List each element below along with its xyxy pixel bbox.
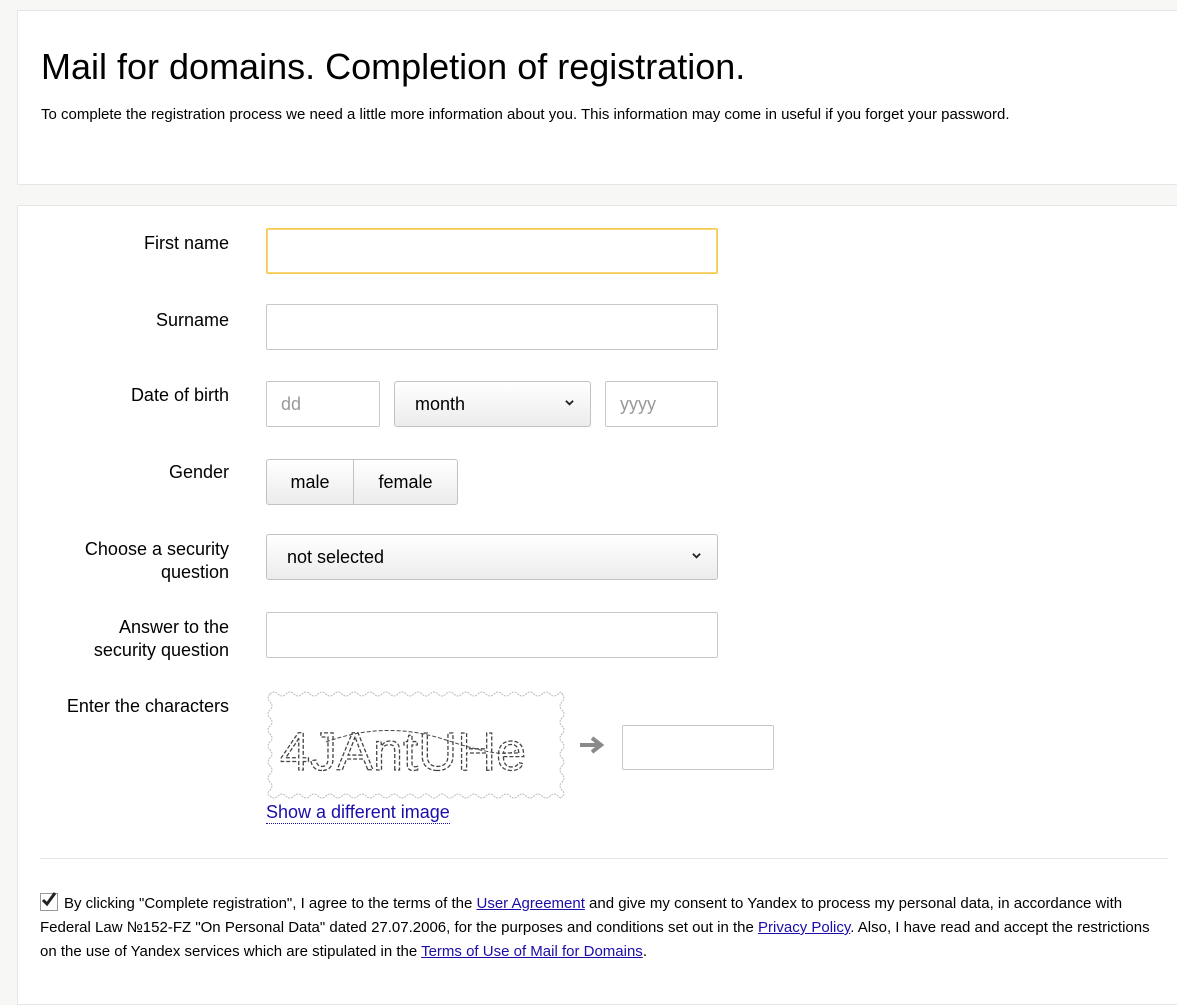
captcha-input[interactable] xyxy=(622,725,774,770)
gender-female-button[interactable]: female xyxy=(353,459,458,505)
answer-label-line1: Answer to the xyxy=(118,617,229,637)
answer-label-line2: security question xyxy=(93,640,229,660)
arrow-right-icon xyxy=(580,736,605,754)
user-agreement-link[interactable]: User Agreement xyxy=(477,895,585,912)
chevron-down-icon xyxy=(565,400,574,406)
checkmark-icon xyxy=(41,892,57,907)
security-question-label-line2: question xyxy=(160,562,229,582)
dob-year-input[interactable] xyxy=(605,381,718,427)
intro-text: To complete the registration process we … xyxy=(41,106,1010,123)
dob-month-select[interactable]: month xyxy=(394,381,591,427)
page-title: Mail for domains. Completion of registra… xyxy=(41,46,746,87)
consent-checkbox[interactable] xyxy=(40,892,58,911)
captcha-label: Enter the characters xyxy=(66,696,229,716)
security-question-select[interactable]: not selected xyxy=(266,534,718,580)
gender-label: Gender xyxy=(168,462,229,482)
first-name-input[interactable] xyxy=(266,228,718,274)
captcha-image: 4JAntUHe xyxy=(266,690,566,800)
header-panel: Mail for domains. Completion of registra… xyxy=(17,10,1177,185)
consent-text-part4: . xyxy=(642,943,647,960)
security-question-label-line1: Choose a security xyxy=(84,539,229,559)
terms-of-use-link[interactable]: Terms of Use of Mail for Domains xyxy=(421,943,643,960)
security-question-value: not selected xyxy=(287,547,385,567)
divider xyxy=(40,858,1168,859)
show-different-image-link[interactable]: Show a different image xyxy=(266,802,450,824)
privacy-policy-link[interactable]: Privacy Policy xyxy=(758,919,850,936)
consent-text-part1: By clicking "Complete registration", I a… xyxy=(64,895,477,912)
first-name-label: First name xyxy=(143,233,229,253)
surname-input[interactable] xyxy=(266,304,718,350)
dob-label: Date of birth xyxy=(130,385,229,405)
captcha-frame: 4JAntUHe xyxy=(267,691,565,799)
consent-text: By clicking "Complete registration", I a… xyxy=(40,892,1168,964)
dob-day-input[interactable] xyxy=(266,381,380,427)
surname-label: Surname xyxy=(155,310,229,330)
chevron-down-icon xyxy=(692,553,701,559)
dob-month-value: month xyxy=(415,394,466,414)
security-answer-input[interactable] xyxy=(266,612,718,658)
gender-male-button[interactable]: male xyxy=(266,459,354,505)
